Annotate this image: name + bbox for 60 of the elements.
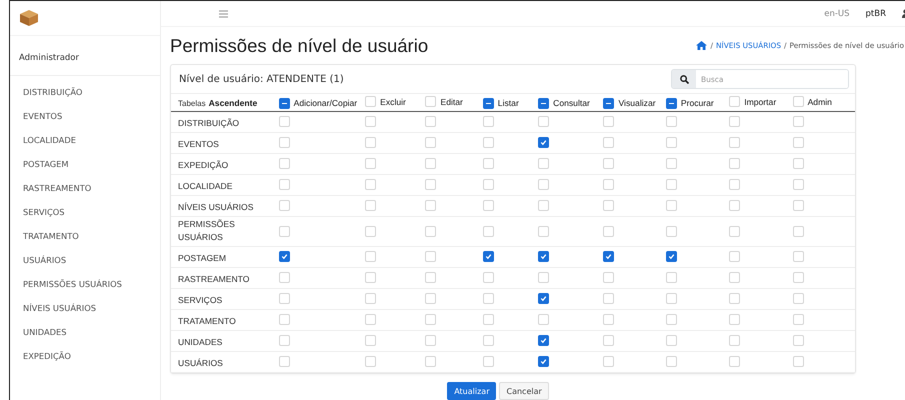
column-header: Importar xyxy=(744,96,776,106)
permission-checkbox[interactable] xyxy=(603,251,614,262)
table-name: RASTREAMENTO xyxy=(178,273,250,286)
table-name: SERVIÇOS xyxy=(178,294,222,307)
table-name: EVENTOS xyxy=(178,138,219,151)
sidebar-item[interactable]: POSTAGEM xyxy=(10,152,160,176)
column-header: Adicionar/Copiar xyxy=(294,98,358,108)
column-checkbox[interactable] xyxy=(482,98,494,109)
sidebar-item[interactable]: UNIDADES xyxy=(10,320,160,344)
permission-checkbox[interactable] xyxy=(538,137,550,148)
permission-checkbox[interactable] xyxy=(538,356,550,368)
permission-checkbox[interactable] xyxy=(538,293,550,304)
column-header: Listar xyxy=(498,98,519,108)
box-logo-icon xyxy=(19,9,39,27)
table-name: POSTAGEM xyxy=(178,252,226,265)
form-button[interactable]: Cancelar xyxy=(499,382,549,400)
table-name: LOCALIDADE xyxy=(178,180,232,193)
permission-checkbox[interactable] xyxy=(482,251,494,262)
table-name: NÍVEIS USUÁRIOS xyxy=(178,201,254,214)
menu-icon[interactable] xyxy=(219,10,228,18)
page-title: Permissões de nível de usuário xyxy=(170,34,428,57)
column-header: Visualizar xyxy=(618,98,656,108)
table-name: PERMISSÕES USUÁRIOS xyxy=(178,218,236,244)
language-link[interactable]: ptBR xyxy=(866,8,886,19)
permission-checkbox[interactable] xyxy=(538,335,550,346)
language-link[interactable]: en-US xyxy=(824,8,850,19)
table-name: USUÁRIOS xyxy=(178,357,223,370)
table-name: UNIDADES xyxy=(178,336,222,349)
sidebar-item[interactable]: PERMISSÕES USUÁRIOS xyxy=(10,272,160,296)
user-name: Administrador xyxy=(10,35,160,76)
sidebar-item[interactable]: EVENTOS xyxy=(10,104,160,128)
sidebar-item[interactable]: EXPEDIÇÃO xyxy=(10,344,160,368)
sidebar-item[interactable]: TRATAMENTO xyxy=(10,224,160,248)
search-icon xyxy=(680,74,688,84)
permission-checkbox[interactable] xyxy=(278,251,290,262)
column-checkbox[interactable] xyxy=(666,98,677,109)
sidebar-item[interactable]: NÍVEIS USUÁRIOS xyxy=(10,296,160,320)
column-checkbox[interactable] xyxy=(603,98,614,109)
table-name: EXPEDIÇÃO xyxy=(178,159,228,172)
permission-checkbox[interactable] xyxy=(538,251,550,262)
column-checkbox[interactable] xyxy=(278,98,290,109)
column-header: Excluir xyxy=(380,96,406,106)
sidebar-item[interactable]: RASTREAMENTO xyxy=(10,176,160,200)
user-level-label: Nível de usuário: ATENDENTE (1) xyxy=(179,74,344,84)
sort-link[interactable]: Ascendente xyxy=(208,98,258,108)
form-button[interactable]: Atualizar xyxy=(447,382,496,400)
sidebar-item[interactable]: LOCALIDADE xyxy=(10,128,160,152)
column-header: Admin xyxy=(808,96,832,106)
sidebar-item[interactable]: SERVIÇOS xyxy=(10,200,160,224)
column-header: Consultar xyxy=(553,98,590,108)
column-header: Editar xyxy=(440,96,463,106)
permission-checkbox[interactable] xyxy=(666,251,677,262)
sidebar-item[interactable]: USUÁRIOS xyxy=(10,248,160,272)
table-name: DISTRIBUIÇÃO xyxy=(178,117,240,130)
tables-label: Tabelas xyxy=(178,98,206,108)
table-name: TRATAMENTO xyxy=(178,315,236,328)
home-icon[interactable] xyxy=(696,41,708,50)
column-header: Procurar xyxy=(680,98,714,108)
column-checkbox[interactable] xyxy=(538,98,550,109)
sidebar-item[interactable]: DISTRIBUIÇÃO xyxy=(10,80,160,104)
